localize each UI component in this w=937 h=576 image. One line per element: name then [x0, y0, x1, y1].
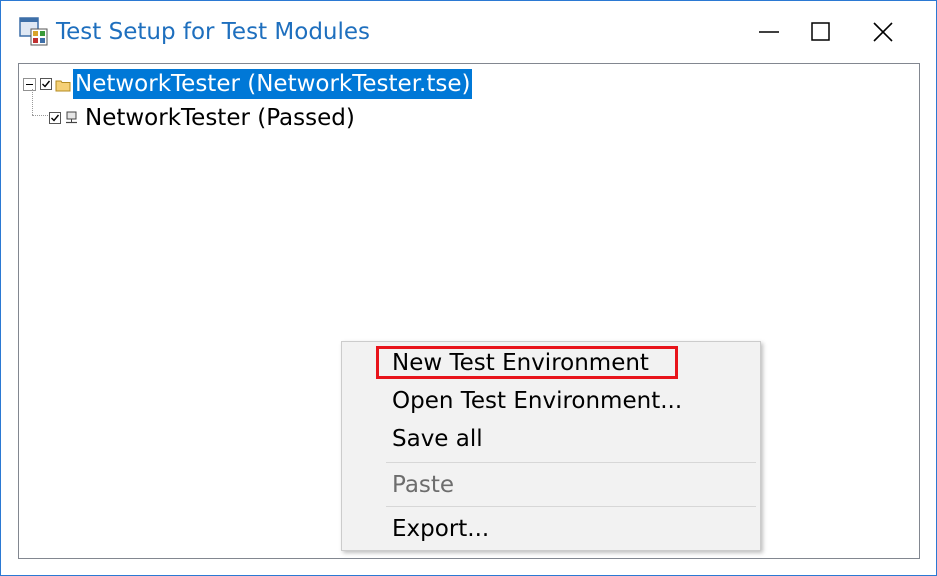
maximize-button[interactable]: [791, 3, 851, 61]
menu-item-save-all[interactable]: Save all: [392, 424, 483, 454]
collapse-toggle-icon[interactable]: [23, 77, 36, 91]
menu-separator: [386, 506, 756, 507]
close-icon: [873, 22, 893, 42]
menu-item-export[interactable]: Export...: [392, 514, 489, 544]
root-node-checkbox[interactable]: [40, 78, 52, 90]
tree-connector-branch: [32, 115, 48, 116]
menu-separator: [386, 462, 756, 463]
test-setup-app-icon: [19, 17, 49, 47]
tree-node-child[interactable]: NetworkTester (Passed): [49, 102, 357, 134]
tree-node-root[interactable]: NetworkTester (NetworkTester.tse): [23, 68, 473, 100]
test-setup-window: Test Setup for Test Modules NetworkTeste…: [0, 0, 937, 576]
maximize-icon: [811, 22, 830, 41]
menu-item-new-test-environment[interactable]: New Test Environment: [392, 348, 649, 378]
network-node-icon: [64, 110, 80, 126]
folder-icon: [55, 77, 71, 92]
root-node-label[interactable]: NetworkTester (NetworkTester.tse): [73, 69, 473, 99]
tree-connector-line: [32, 89, 33, 115]
close-button[interactable]: [853, 3, 913, 61]
window-title: Test Setup for Test Modules: [56, 19, 371, 45]
child-node-label[interactable]: NetworkTester (Passed): [83, 103, 357, 133]
child-node-checkbox[interactable]: [49, 112, 61, 124]
context-menu: New Test Environment Open Test Environme…: [341, 341, 761, 551]
minimize-icon: [759, 31, 779, 33]
menu-item-open-test-environment[interactable]: Open Test Environment...: [392, 386, 682, 416]
minimize-button[interactable]: [739, 3, 799, 61]
title-bar[interactable]: Test Setup for Test Modules: [1, 1, 936, 63]
menu-item-paste: Paste: [392, 472, 455, 498]
